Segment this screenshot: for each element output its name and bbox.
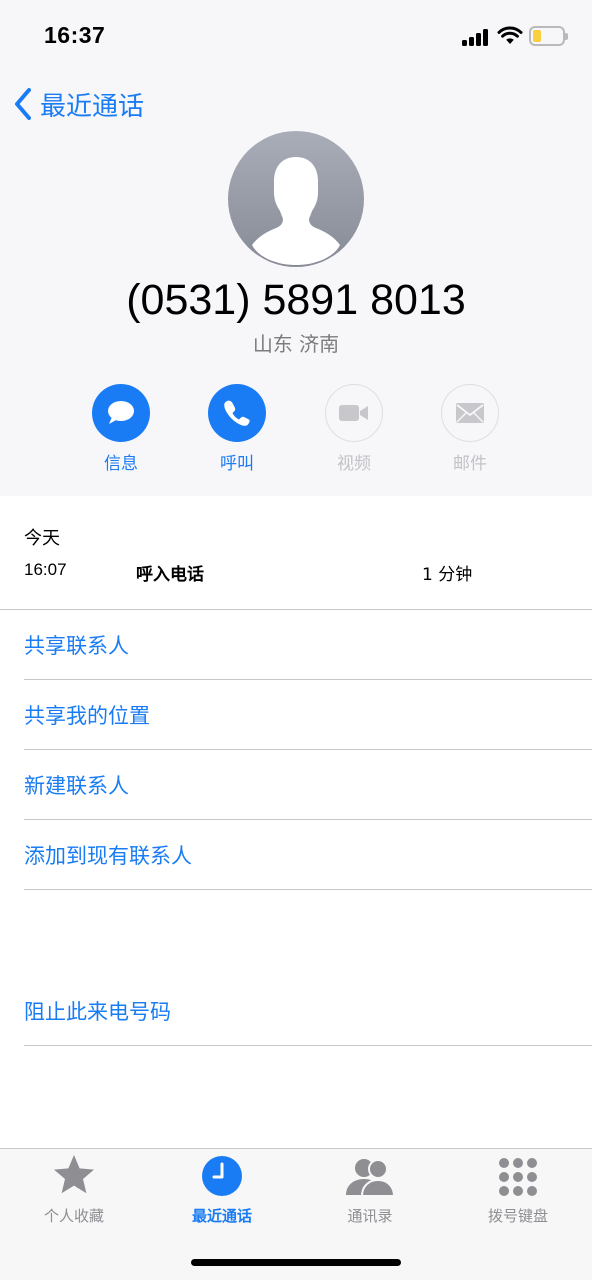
contact-header: 16:37 最近通话 (0531) 5891 8013 山东 济南 信息 呼叫 … bbox=[0, 0, 592, 496]
cellular-signal-icon bbox=[462, 28, 490, 46]
call-log-type: 呼入电话 bbox=[136, 565, 204, 585]
mail-action[interactable]: 邮件 bbox=[430, 384, 510, 474]
message-bubble-icon bbox=[108, 401, 134, 424]
message-action[interactable]: 信息 bbox=[81, 384, 161, 474]
back-label: 最近通话 bbox=[40, 90, 145, 121]
tab-keypad[interactable]: 拨号键盘 bbox=[444, 1149, 592, 1235]
wifi-icon bbox=[497, 25, 523, 45]
divider bbox=[24, 889, 592, 890]
tab-recents[interactable]: 最近通话 bbox=[148, 1149, 296, 1235]
video-camera-icon bbox=[339, 405, 368, 421]
block-caller-option[interactable]: 阻止此来电号码 bbox=[24, 976, 592, 1046]
tab-favorites[interactable]: 个人收藏 bbox=[0, 1149, 148, 1235]
call-log-time: 16:07 bbox=[24, 560, 67, 579]
call-log-day: 今天 bbox=[24, 528, 60, 549]
share-contact-option[interactable]: 共享联系人 bbox=[24, 610, 592, 680]
video-action[interactable]: 视频 bbox=[314, 384, 394, 474]
tab-keypad-label: 拨号键盘 bbox=[487, 1207, 548, 1225]
share-location-option[interactable]: 共享我的位置 bbox=[24, 680, 592, 750]
clock-icon bbox=[202, 1156, 242, 1196]
home-indicator[interactable] bbox=[191, 1259, 401, 1266]
phone-icon bbox=[224, 400, 250, 426]
call-log: 今天 16:07 呼入电话 1 分钟 bbox=[0, 496, 592, 610]
call-action-circle[interactable] bbox=[208, 384, 266, 442]
person-silhouette-icon bbox=[252, 157, 340, 265]
create-contact-option[interactable]: 新建联系人 bbox=[24, 750, 592, 820]
back-button[interactable]: 最近通话 bbox=[12, 84, 144, 124]
mail-action-circle[interactable] bbox=[441, 384, 499, 442]
status-bar: 16:37 bbox=[0, 0, 592, 72]
battery-icon bbox=[529, 26, 568, 46]
status-time: 16:37 bbox=[44, 22, 106, 48]
tab-contacts-label: 通讯录 bbox=[347, 1207, 393, 1225]
mail-envelope-icon bbox=[456, 403, 484, 423]
caller-number: (0531) 5891 8013 bbox=[126, 276, 466, 324]
video-action-label: 视频 bbox=[337, 454, 371, 474]
action-row: 信息 呼叫 视频 邮件 bbox=[0, 384, 592, 484]
chevron-left-icon bbox=[15, 88, 31, 120]
tab-recents-label: 最近通话 bbox=[191, 1207, 252, 1225]
video-action-circle[interactable] bbox=[325, 384, 383, 442]
caller-location: 山东 济南 bbox=[252, 332, 340, 356]
call-action-label: 呼叫 bbox=[220, 454, 254, 474]
contact-avatar bbox=[228, 131, 364, 267]
tab-favorites-label: 个人收藏 bbox=[43, 1207, 104, 1225]
divider bbox=[24, 1045, 592, 1046]
keypad-icon bbox=[499, 1158, 537, 1196]
message-action-circle[interactable] bbox=[92, 384, 150, 442]
add-to-existing-contact-option[interactable]: 添加到现有联系人 bbox=[24, 820, 592, 890]
call-action[interactable]: 呼叫 bbox=[197, 384, 277, 474]
mail-action-label: 邮件 bbox=[453, 454, 487, 474]
message-action-label: 信息 bbox=[104, 454, 138, 474]
star-icon bbox=[54, 1155, 94, 1194]
call-log-duration: 1 分钟 bbox=[422, 565, 473, 585]
tab-contacts[interactable]: 通讯录 bbox=[296, 1149, 444, 1235]
contacts-icon bbox=[346, 1159, 396, 1197]
